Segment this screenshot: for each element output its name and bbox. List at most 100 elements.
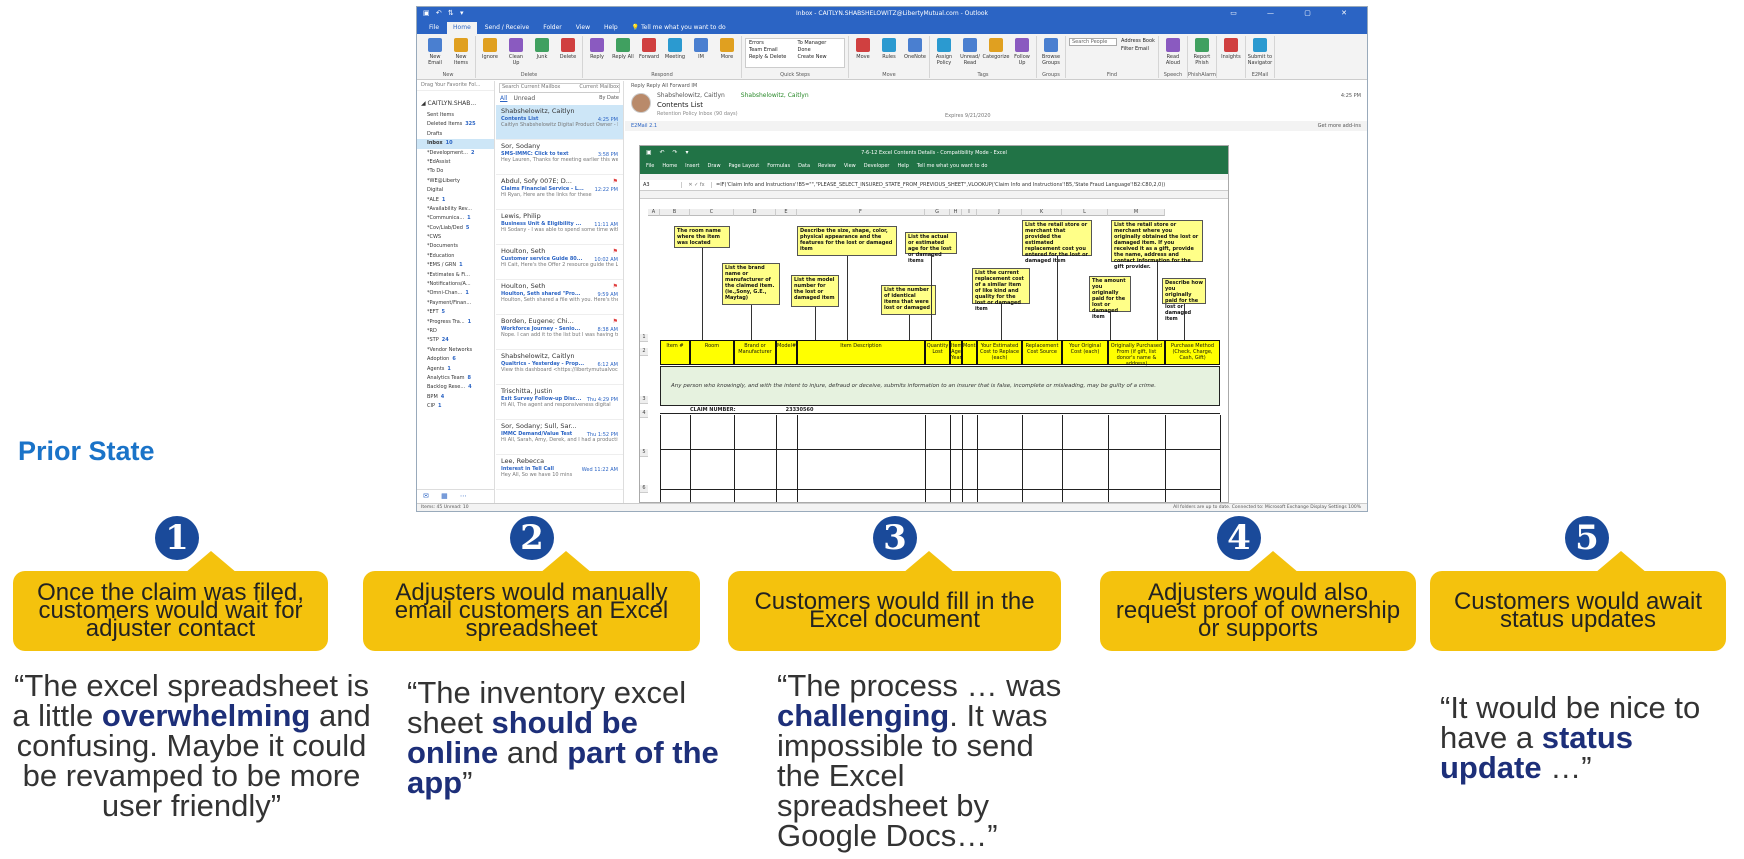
tell-me-search[interactable]: 💡 Tell me what you want to do	[626, 22, 732, 34]
mail-item[interactable]: Trischitta, Justin Exit Survey Follow-up …	[496, 385, 623, 420]
excel-tab-help[interactable]: Help	[897, 163, 908, 171]
window-controls[interactable]: ▭ — ▢ ✕	[1230, 9, 1361, 17]
fx-icon[interactable]: ✕ ✓ fx	[682, 182, 712, 188]
name-box[interactable]: A3	[640, 182, 682, 188]
to-name[interactable]: Shabshelowitz, Caitlyn	[741, 92, 809, 99]
quick-step-teamemail[interactable]: Team Email	[749, 47, 793, 54]
excel-quick-access-icons[interactable]: ▣ ↶ ↷ ▾	[646, 149, 691, 156]
row-header[interactable]: 5	[640, 449, 648, 457]
from-name[interactable]: Shabshelowitz, Caitlyn	[657, 92, 725, 99]
mailbox-search[interactable]: Search Current Mailbox Current Mailbox	[499, 83, 620, 93]
tab-folder[interactable]: Folder	[537, 22, 568, 34]
folder-item[interactable]: *Availability Rev...	[417, 205, 494, 214]
folder-item[interactable]: Analytics Team 8	[417, 374, 494, 383]
mail-item[interactable]: Shabshelowitz, Caitlyn Contents List Caitl…	[496, 105, 623, 140]
nav-icons[interactable]: ✉ ▦ ⋯	[417, 489, 494, 503]
folder-item[interactable]: *Cov/Liab/Ded 5	[417, 224, 494, 233]
tab-file[interactable]: File	[423, 22, 445, 34]
quick-step-replydelete[interactable]: Reply & Delete	[749, 54, 793, 61]
mail-item[interactable]: Sor, Sodany SMS-IMMC: Click to text Hey La…	[496, 140, 623, 175]
folder-item[interactable]: *CWS	[417, 233, 494, 242]
excel-tab-insert[interactable]: Insert	[685, 163, 699, 171]
excel-tab-pagelayout[interactable]: Page Layout	[729, 163, 760, 171]
folder-item[interactable]: *EdAssist	[417, 158, 494, 167]
quick-step-tomanager[interactable]: To Manager	[798, 40, 842, 47]
mail-item[interactable]: Houlton, Seth Houlton, Seth shared "Pro..…	[496, 280, 623, 315]
folder-item[interactable]: *Vendor Networks	[417, 346, 494, 355]
column-header[interactable]: M	[1108, 209, 1165, 216]
filter-email-button[interactable]: Filter Email	[1121, 45, 1155, 53]
filter-unread[interactable]: Unread	[513, 95, 535, 105]
row-header[interactable]: 3	[640, 396, 648, 404]
folder-item[interactable]: CIP 1	[417, 402, 494, 411]
row-header[interactable]: 2	[640, 348, 648, 356]
folder-item[interactable]: *Progress Tra... 1	[417, 318, 494, 327]
folder-item[interactable]: *STP 24	[417, 336, 494, 345]
quick-steps-gallery[interactable]: Errors Team Email Reply & Delete To Manager…	[745, 38, 845, 68]
folder-item[interactable]: Agents 1	[417, 365, 494, 374]
excel-tab-developer[interactable]: Developer	[864, 163, 890, 171]
folder-item[interactable]: Drafts	[417, 130, 494, 139]
column-header[interactable]: F	[797, 209, 925, 216]
get-more-addins[interactable]: Get more add-ins	[1318, 123, 1361, 129]
excel-tab-file[interactable]: File	[646, 163, 654, 171]
folder-item[interactable]: Backlog Rese... 4	[417, 383, 494, 392]
folder-item[interactable]: *Payment/Finan...	[417, 299, 494, 308]
folder-item[interactable]: Sent Items	[417, 111, 494, 120]
column-header[interactable]: A	[648, 209, 660, 216]
folder-item[interactable]: *EFT 5	[417, 308, 494, 317]
excel-tab-data[interactable]: Data	[798, 163, 810, 171]
folder-item[interactable]: *ALE 1	[417, 196, 494, 205]
column-header[interactable]: B	[660, 209, 690, 216]
folder-item[interactable]: Deleted Items 325	[417, 120, 494, 129]
sort-by-date[interactable]: By Date	[599, 95, 619, 105]
tab-home[interactable]: Home	[447, 22, 477, 34]
formula-text[interactable]: =IF('Claim Info and Instructions'!B5="",…	[712, 182, 1165, 188]
folder-item[interactable]: Adoption 6	[417, 355, 494, 364]
folder-item[interactable]: Inbox 10	[417, 139, 494, 149]
excel-tab-view[interactable]: View	[844, 163, 856, 171]
folder-item[interactable]: ◢ CAITLYN.SHAB...	[417, 99, 494, 111]
row-header[interactable]: 1	[640, 334, 648, 342]
column-header[interactable]: H	[950, 209, 962, 216]
folder-item[interactable]: *Communica... 1	[417, 214, 494, 223]
row-header[interactable]: 4	[640, 410, 648, 418]
column-header[interactable]: I	[962, 209, 977, 216]
folder-item[interactable]: BPM 4	[417, 393, 494, 402]
tab-view[interactable]: View	[570, 22, 596, 34]
mail-item[interactable]: Lewis, Philip Business Unit & Eligibility…	[496, 210, 623, 245]
column-header[interactable]: K	[1022, 209, 1062, 216]
flag-icon[interactable]: ⚑	[613, 283, 618, 290]
mail-item[interactable]: Lee, Rebecca Interest in Tell Call Hey All…	[496, 455, 623, 490]
folder-item[interactable]: *Documents	[417, 242, 494, 251]
column-header[interactable]: L	[1062, 209, 1108, 216]
folder-item[interactable]: *EMS / GRN 1	[417, 261, 494, 270]
mail-item[interactable]: Abdul, Sofy 007E; D... Claims Financial S…	[496, 175, 623, 210]
folder-item[interactable]: *WE@Liberty	[417, 177, 494, 186]
column-header[interactable]: J	[977, 209, 1022, 216]
flag-icon[interactable]: ⚑	[613, 248, 618, 255]
search-people-input[interactable]: Search People	[1069, 38, 1117, 46]
quick-step-errors[interactable]: Errors	[749, 40, 793, 47]
reading-actions[interactable]: Reply Reply All Forward IM	[625, 81, 1367, 91]
spreadsheet-grid[interactable]: A B C D E F G H I J K L M The room name where the ite…	[640, 209, 1228, 502]
column-header[interactable]: D	[734, 209, 776, 216]
mail-item[interactable]: Houlton, Seth Customer service Guide 80..…	[496, 245, 623, 280]
excel-tab-formulas[interactable]: Formulas	[767, 163, 790, 171]
mail-item[interactable]: Borden, Eugene; Chi... Workforce Journey …	[496, 315, 623, 350]
column-header[interactable]: C	[690, 209, 734, 216]
folder-item[interactable]: *Estimates & Fi...	[417, 271, 494, 280]
folder-item[interactable]: *Notifications/A...	[417, 280, 494, 289]
folder-item[interactable]: *Development... 2	[417, 149, 494, 158]
insights-button[interactable]: Insights	[1220, 36, 1242, 78]
excel-tab-home[interactable]: Home	[662, 163, 677, 171]
mailbox-scope[interactable]: Current Mailbox	[579, 84, 619, 92]
quick-step-createnew[interactable]: Create New	[798, 54, 842, 61]
column-header[interactable]: G	[925, 209, 950, 216]
filter-all[interactable]: All	[500, 95, 507, 105]
e2mail-addin[interactable]: E2Mail 2.1	[631, 123, 657, 129]
address-book-button[interactable]: Address Book	[1121, 37, 1155, 45]
excel-tab-review[interactable]: Review	[818, 163, 836, 171]
excel-tab-draw[interactable]: Draw	[707, 163, 720, 171]
tab-sendreceive[interactable]: Send / Receive	[479, 22, 535, 34]
